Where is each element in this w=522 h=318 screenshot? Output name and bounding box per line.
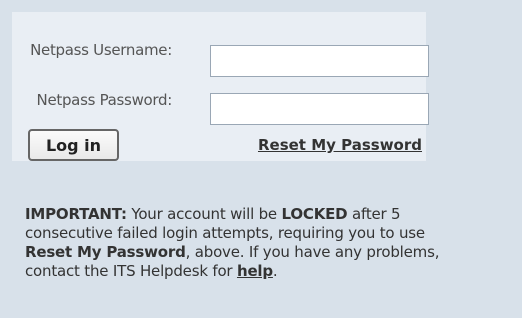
notice-text-3: , above. If you have any problems,	[185, 243, 440, 261]
help-link[interactable]: help	[237, 262, 273, 280]
password-input[interactable]	[210, 93, 429, 125]
notice-text-4-tail: .	[272, 262, 278, 280]
password-label: Netpass Password:	[36, 91, 173, 109]
notice-line-2: consecutive failed login attempts, requi…	[25, 224, 425, 242]
username-label: Netpass Username:	[30, 41, 172, 59]
notice-text-4: contact the ITS Helpdesk for	[25, 262, 237, 280]
notice-line-4: contact the ITS Helpdesk for help.	[25, 262, 520, 281]
notice-line-1: IMPORTANT: Your account will be LOCKED a…	[25, 205, 520, 224]
notice-text-1-tail: after 5	[347, 205, 401, 223]
page-background: Netpass Username: Netpass Password: Log …	[0, 0, 522, 318]
important-notice: IMPORTANT: Your account will be LOCKED a…	[25, 205, 520, 281]
reset-password-link[interactable]: Reset My Password	[258, 136, 422, 154]
notice-text-1: Your account will be	[126, 205, 282, 223]
notice-locked-label: LOCKED	[281, 205, 348, 223]
login-button[interactable]: Log in	[28, 129, 119, 161]
username-input[interactable]	[210, 45, 429, 77]
notice-important-label: IMPORTANT:	[25, 205, 127, 223]
notice-line-3: Reset My Password, above. If you have an…	[25, 243, 520, 262]
notice-reset-reference: Reset My Password	[25, 243, 186, 261]
